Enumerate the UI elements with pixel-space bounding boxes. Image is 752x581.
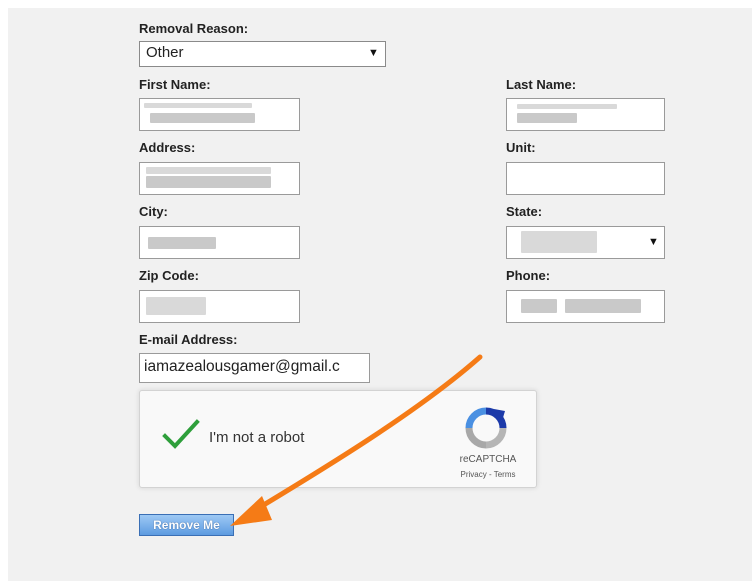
redacted-text: [148, 237, 216, 249]
removal-reason-select[interactable]: Other ▼: [139, 41, 386, 67]
redacted-text: [146, 167, 271, 174]
unit-input[interactable]: [506, 162, 665, 195]
first-name-input[interactable]: [139, 98, 300, 131]
redacted-text: [565, 299, 641, 313]
redacted-text: [521, 231, 597, 253]
dropdown-arrow-icon: ▼: [648, 236, 659, 248]
redacted-text: [146, 297, 206, 315]
last-name-label: Last Name:: [506, 77, 577, 92]
city-input[interactable]: [139, 226, 300, 259]
recaptcha-privacy-terms-link[interactable]: Privacy - Terms: [448, 470, 528, 479]
removal-reason-value: Other: [146, 44, 184, 61]
first-name-label: First Name:: [139, 77, 211, 92]
address-label: Address:: [139, 140, 196, 155]
zip-code-input[interactable]: [139, 290, 300, 323]
recaptcha-checkbox-label: I'm not a robot: [209, 429, 305, 446]
redacted-text: [521, 299, 557, 313]
city-label: City:: [139, 204, 168, 219]
redacted-text: [150, 113, 255, 123]
email-value: iamazealousgamer@gmail.c: [144, 358, 340, 375]
redacted-text: [146, 176, 271, 188]
email-input[interactable]: iamazealousgamer@gmail.c: [139, 353, 370, 383]
email-label: E-mail Address:: [139, 332, 238, 347]
recaptcha-logo-icon: [465, 407, 507, 449]
redacted-text: [517, 113, 577, 123]
last-name-input[interactable]: [506, 98, 665, 131]
state-select[interactable]: ▼: [506, 226, 665, 259]
removal-reason-label: Removal Reason:: [139, 21, 249, 36]
recaptcha-widget: I'm not a robot reCAPTCHA Privacy - Term…: [139, 390, 537, 488]
remove-me-button[interactable]: Remove Me: [139, 514, 234, 536]
redacted-text: [144, 103, 252, 108]
zip-code-label: Zip Code:: [139, 268, 199, 283]
phone-input[interactable]: [506, 290, 665, 323]
unit-label: Unit:: [506, 140, 536, 155]
recaptcha-brand: reCAPTCHA: [459, 454, 517, 465]
phone-label: Phone:: [506, 268, 551, 283]
address-input[interactable]: [139, 162, 300, 195]
checkmark-icon[interactable]: [162, 419, 200, 451]
dropdown-arrow-icon: ▼: [368, 47, 379, 59]
state-label: State:: [506, 204, 543, 219]
redacted-text: [517, 104, 617, 109]
